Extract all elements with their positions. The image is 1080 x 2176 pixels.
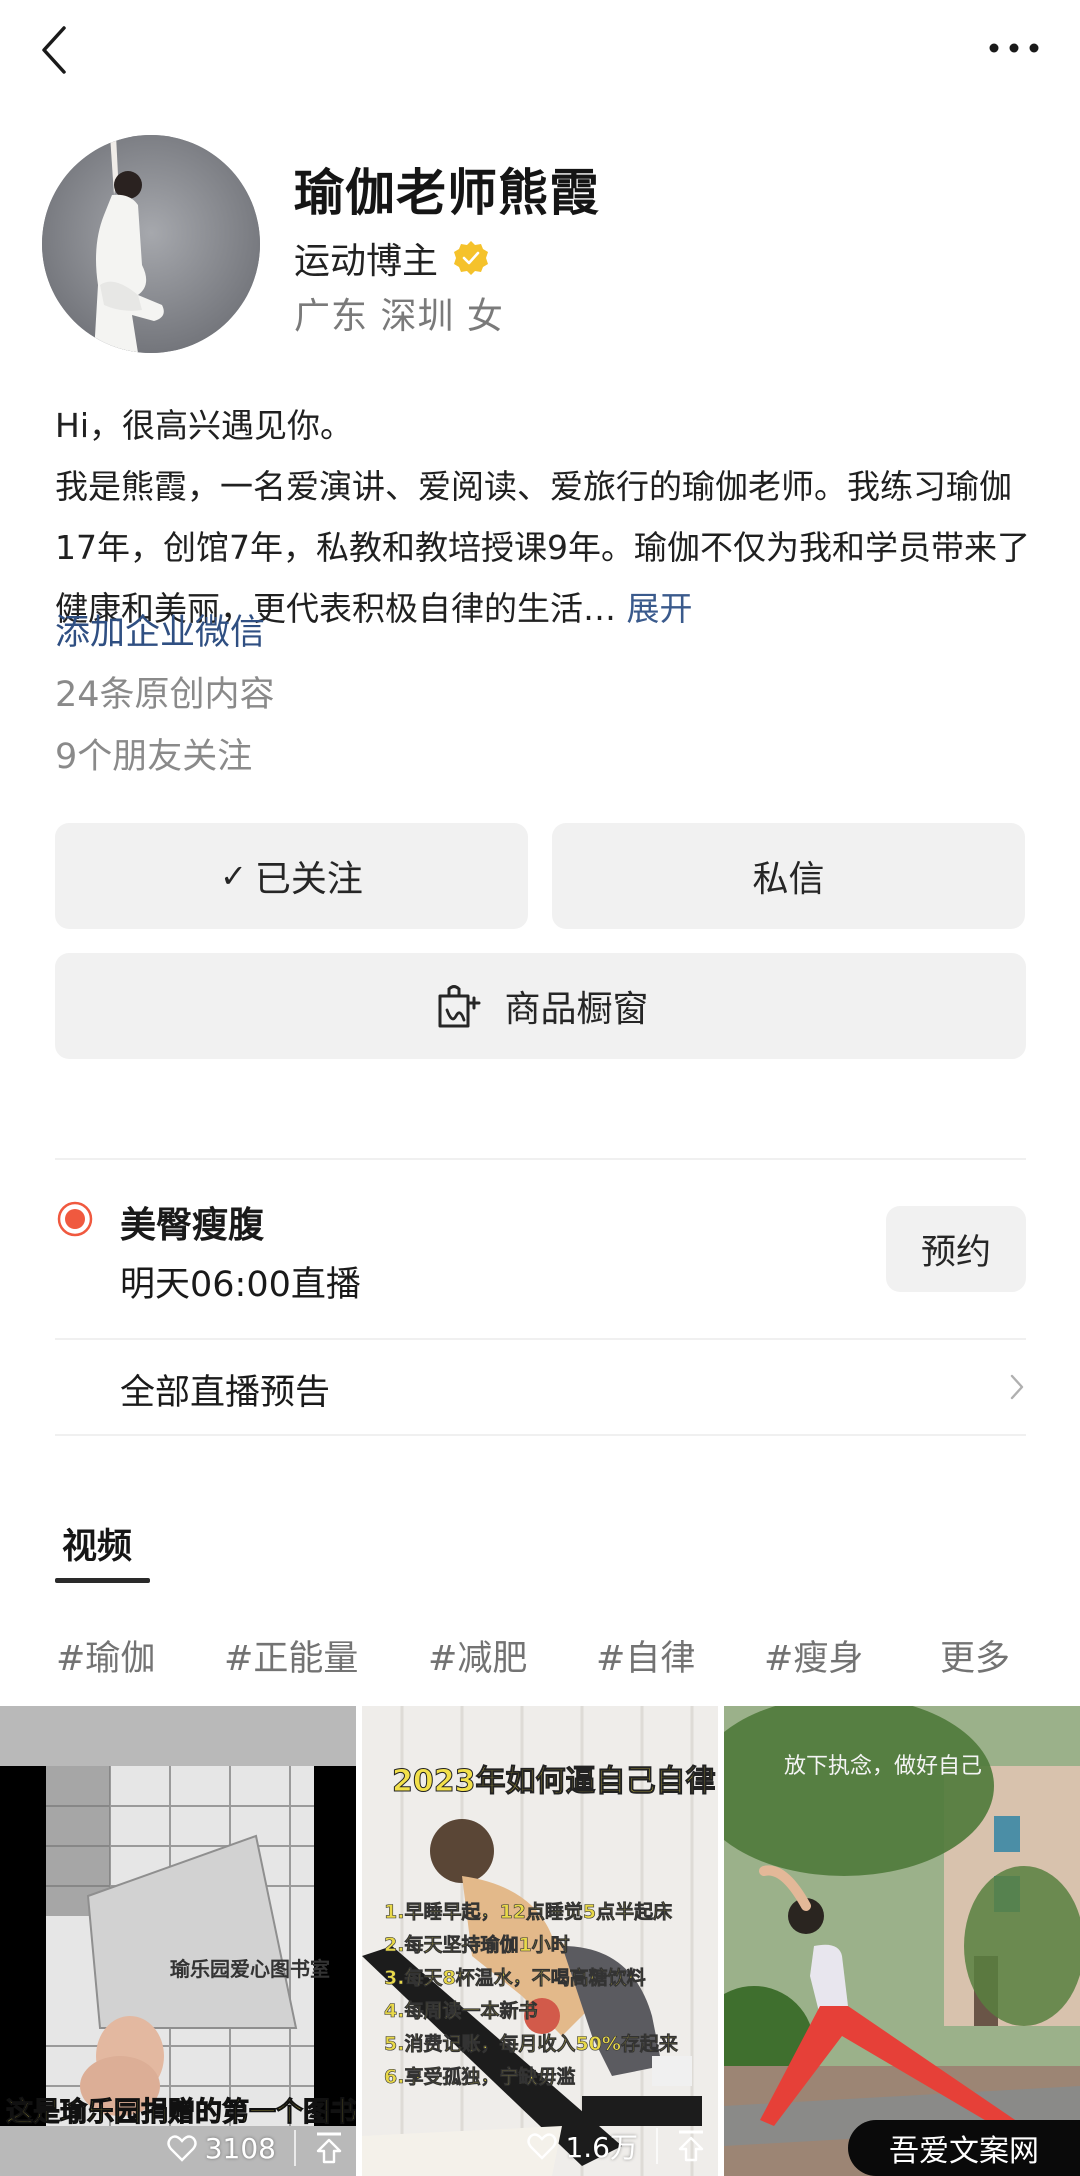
list-item: 2.每天坚持瑜伽1小时 [384, 1934, 570, 1957]
bio-expand-link[interactable]: 展开 [627, 589, 693, 628]
followed-label: 已关注 [254, 859, 363, 900]
all-live-previews-row[interactable]: 全部直播预告 [55, 1340, 1026, 1434]
profile-name: 瑜伽老师熊霞 [294, 164, 600, 222]
followed-button[interactable]: ✓ 已关注 [55, 823, 528, 929]
back-button[interactable] [36, 24, 76, 76]
message-button[interactable]: 私信 [552, 823, 1025, 929]
profile-header: 瑜伽老师熊霞 运动博主 广东 深圳 女 [42, 135, 1042, 355]
video-thumbnail[interactable]: 瑜乐园爱心图书室 这是瑜乐园捐赠的第一个图书室 3108 [0, 1706, 356, 2176]
video-stats: 3108 [167, 2130, 344, 2166]
pin-top-icon [316, 2132, 342, 2164]
verified-badge-icon [454, 241, 489, 275]
shopping-bag-icon [438, 985, 481, 1028]
tag-yoga[interactable]: #瑜伽 [56, 1630, 155, 1681]
original-content-count[interactable]: 24条原创内容 [55, 666, 275, 717]
heart-icon [167, 2135, 197, 2162]
chevron-left-icon [42, 26, 66, 74]
add-wechat-link[interactable]: 添加企业微信 [55, 604, 265, 655]
video-thumbnail[interactable]: 2023年如何逼自己自律 1.早睡早起，12点睡觉5点半起床 2.每天坚持瑜伽1… [362, 1706, 718, 2176]
list-item: 5.消费记账，每月收入50%存起来 [384, 2033, 679, 2056]
divider [55, 1434, 1026, 1436]
video-caption: 这是瑜乐园捐赠的第一个图书室 [6, 2097, 357, 2129]
live-record-icon [57, 1201, 93, 1237]
video-likes: 3108 [204, 2131, 276, 2165]
shop-window-button[interactable]: 商品橱窗 [55, 953, 1026, 1059]
topic-tags: #瑜伽 #正能量 #减肥 #自律 #瘦身 更多 [56, 1630, 1026, 1680]
avatar-image [42, 135, 260, 353]
stats-separator [656, 2128, 658, 2164]
svg-text:瑜乐园爱心图书室: 瑜乐园爱心图书室 [170, 1957, 330, 1981]
profile-bio: Hi，很高兴遇见你。 我是熊霞，一名爱演讲、爱阅读、爱旅行的瑜伽老师。我练习瑜伽… [55, 395, 1035, 639]
friends-following-count[interactable]: 9个朋友关注 [55, 728, 252, 779]
video-stats: 1.6万 [527, 2126, 706, 2166]
tag-slimming[interactable]: #瘦身 [764, 1630, 863, 1681]
stats-separator [294, 2130, 296, 2166]
active-tab-indicator [55, 1578, 150, 1583]
video-likes: 1.6万 [565, 2131, 638, 2164]
video-caption: 放下执念，做好自己 [784, 1754, 983, 1779]
chevron-right-icon [1010, 1374, 1024, 1400]
bio-greeting: Hi，很高兴遇见你。 [55, 406, 353, 445]
more-button[interactable] [984, 36, 1044, 60]
shop-window-label: 商品橱窗 [504, 989, 649, 1030]
role-row: 运动博主 [294, 232, 490, 284]
check-icon: ✓ [220, 857, 247, 895]
list-item: 6.享受孤独，宁缺毋滥 [384, 2066, 576, 2089]
tag-self-discipline[interactable]: #自律 [596, 1630, 695, 1681]
video-thumbnail[interactable]: 放下执念，做好自己 [724, 1706, 1080, 2176]
profile-location: 广东 深圳 女 [294, 296, 504, 337]
tag-positive-energy[interactable]: #正能量 [224, 1630, 358, 1681]
tab-video[interactable]: 视频 [62, 1518, 132, 1569]
pin-top-icon [678, 2130, 704, 2162]
message-label: 私信 [752, 859, 825, 900]
live-title: 美臀瘦腹 [120, 1205, 265, 1246]
heart-icon [527, 2133, 558, 2160]
list-item: 4.每周读一本新书 [384, 2000, 538, 2023]
avatar[interactable] [42, 135, 260, 353]
video-caption: 2023年如何逼自己自律 [392, 1764, 716, 1800]
list-item: 3.每天8杯温水，不喝高糖饮料 [384, 1967, 646, 1990]
top-bar [0, 0, 1080, 110]
profile-role: 运动博主 [294, 241, 439, 282]
more-horizontal-icon [989, 43, 1039, 53]
tags-more[interactable]: 更多 [940, 1630, 1010, 1681]
live-time: 明天06:00直播 [120, 1265, 361, 1305]
video-caption-list: 1.早睡早起，12点睡觉5点半起床 2.每天坚持瑜伽1小时 3.每天8杯温水，不… [384, 1896, 679, 2094]
watermark: 吾爱文案网 [848, 2120, 1080, 2176]
reserve-button[interactable]: 预约 [886, 1206, 1026, 1292]
divider [55, 1158, 1026, 1160]
tag-weight-loss[interactable]: #减肥 [428, 1630, 527, 1681]
list-item: 1.早睡早起，12点睡觉5点半起床 [384, 1901, 673, 1924]
all-live-previews-label: 全部直播预告 [120, 1373, 331, 1413]
